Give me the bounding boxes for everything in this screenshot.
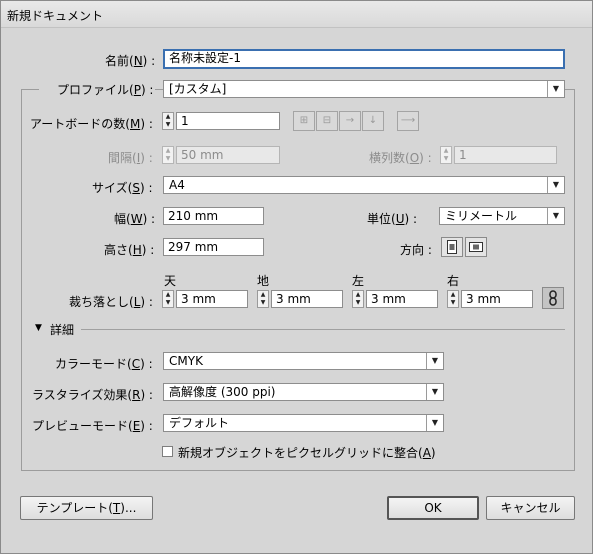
landscape-icon[interactable] xyxy=(465,237,487,257)
raster-value: 高解像度 (300 ppi) xyxy=(169,385,276,399)
units-select-value: ミリメートル xyxy=(445,209,518,223)
orientation-label: 方向 : xyxy=(400,243,432,257)
align-pixel-label[interactable]: 新規オブジェクトをピクセルグリッドに整合(A) xyxy=(178,444,436,461)
bleed-left-value: 3 mm xyxy=(371,292,406,306)
name-label: 名前(N) : xyxy=(105,54,156,68)
artboards-input-value: 1 xyxy=(181,114,189,128)
bleed-bottom-stepper[interactable]: ▲ ▼ xyxy=(257,290,269,308)
spacing-stepper[interactable]: ▲ ▼ xyxy=(162,146,174,164)
portrait-icon[interactable] xyxy=(441,237,463,257)
height-label: 高さ(H) : xyxy=(104,243,155,257)
profile-select-value: [カスタム] xyxy=(169,82,227,96)
grid-by-column-icon[interactable]: ⊟ xyxy=(316,111,338,131)
chevron-down-icon: ▼ xyxy=(426,384,443,400)
arrange-by-column-glyph: ↓ xyxy=(368,115,378,126)
grid-by-column-glyph: ⊟ xyxy=(322,115,332,126)
right-to-left-icon[interactable]: ⟶ xyxy=(397,111,419,131)
bleed-right-input[interactable]: 3 mm xyxy=(461,290,533,308)
height-input[interactable]: 297 mm xyxy=(163,238,264,256)
spacing-input-value: 50 mm xyxy=(181,148,224,162)
chevron-down-icon: ▼ xyxy=(547,81,564,97)
arrange-by-row-glyph: → xyxy=(345,115,355,126)
bleed-top-label: 天 xyxy=(164,274,177,288)
arrange-by-row-icon[interactable]: → xyxy=(339,111,361,131)
profile-label: プロファイル(P) : xyxy=(39,81,156,98)
bleed-bottom-input[interactable]: 3 mm xyxy=(271,290,343,308)
color-mode-label: カラーモード(C) : xyxy=(55,357,153,371)
size-select[interactable]: A4 ▼ xyxy=(163,176,565,194)
raster-select[interactable]: 高解像度 (300 ppi) ▼ xyxy=(163,383,444,401)
size-select-value: A4 xyxy=(169,178,185,192)
chevron-down-icon: ▼ xyxy=(426,415,443,431)
preview-label: プレビューモード(E) : xyxy=(32,419,153,433)
bleed-left-input[interactable]: 3 mm xyxy=(366,290,438,308)
arrange-by-column-icon[interactable]: ↓ xyxy=(362,111,384,131)
size-label: サイズ(S) : xyxy=(92,181,153,195)
bleed-bottom-label: 地 xyxy=(257,274,270,288)
chevron-down-icon: ▼ xyxy=(547,177,564,193)
color-mode-select[interactable]: CMYK ▼ xyxy=(163,352,444,370)
name-input[interactable]: 名称未設定-1 xyxy=(163,49,565,69)
bleed-left-label: 左 xyxy=(352,274,365,288)
columns-input-value: 1 xyxy=(459,148,467,162)
advanced-label[interactable]: 詳細 xyxy=(50,321,74,338)
title-bar[interactable]: 新規ドキュメント xyxy=(1,1,592,28)
ok-button[interactable]: OK xyxy=(387,496,479,520)
right-to-left-glyph: ⟶ xyxy=(400,115,416,126)
preview-value: デフォルト xyxy=(169,416,230,430)
chevron-down-icon: ▼ xyxy=(426,353,443,369)
bleed-label: 裁ち落とし(L) : xyxy=(69,295,153,309)
width-input[interactable]: 210 mm xyxy=(163,207,264,225)
name-input-value: 名称未設定-1 xyxy=(169,51,241,65)
columns-input[interactable]: 1 xyxy=(454,146,557,164)
cancel-button[interactable]: キャンセル xyxy=(486,496,575,520)
new-document-dialog: 新規ドキュメント 名前(N) : 名称未設定-1 プロファイル(P) : [カス… xyxy=(0,0,593,554)
profile-select[interactable]: [カスタム] ▼ xyxy=(163,80,565,98)
preview-select[interactable]: デフォルト ▼ xyxy=(163,414,444,432)
width-label: 幅(W) : xyxy=(114,212,156,226)
bleed-bottom-value: 3 mm xyxy=(276,292,311,306)
grid-by-row-icon[interactable]: ⊞ xyxy=(293,111,315,131)
grid-by-row-glyph: ⊞ xyxy=(299,115,309,126)
advanced-divider xyxy=(81,329,565,330)
align-pixel-checkbox[interactable] xyxy=(162,446,173,457)
height-input-value: 297 mm xyxy=(168,240,219,254)
bleed-right-label: 右 xyxy=(447,274,460,288)
bleed-top-value: 3 mm xyxy=(181,292,216,306)
window-title: 新規ドキュメント xyxy=(7,9,104,23)
chain-link-icon[interactable] xyxy=(542,287,564,309)
color-mode-value: CMYK xyxy=(169,354,203,368)
bleed-left-stepper[interactable]: ▲ ▼ xyxy=(352,290,364,308)
artboards-input[interactable]: 1 xyxy=(176,112,280,130)
raster-label: ラスタライズ効果(R) : xyxy=(32,388,153,402)
artboards-label: アートボードの数(M) : xyxy=(30,117,153,131)
artboards-stepper[interactable]: ▲ ▼ xyxy=(162,112,174,130)
bleed-top-stepper[interactable]: ▲ ▼ xyxy=(162,290,174,308)
columns-stepper[interactable]: ▲ ▼ xyxy=(440,146,452,164)
units-label: 単位(U) : xyxy=(367,212,418,226)
bleed-right-stepper[interactable]: ▲ ▼ xyxy=(447,290,459,308)
units-select[interactable]: ミリメートル ▼ xyxy=(439,207,565,225)
templates-button[interactable]: テンプレート(T)... xyxy=(20,496,153,520)
advanced-toggle-icon[interactable]: ▼ xyxy=(35,323,42,333)
columns-label: 横列数(O) : xyxy=(369,151,432,165)
width-input-value: 210 mm xyxy=(168,209,219,223)
spacing-label: 間隔(I) : xyxy=(108,151,153,165)
bleed-right-value: 3 mm xyxy=(466,292,501,306)
bleed-top-input[interactable]: 3 mm xyxy=(176,290,248,308)
chevron-down-icon: ▼ xyxy=(547,208,564,224)
spacing-input[interactable]: 50 mm xyxy=(176,146,280,164)
